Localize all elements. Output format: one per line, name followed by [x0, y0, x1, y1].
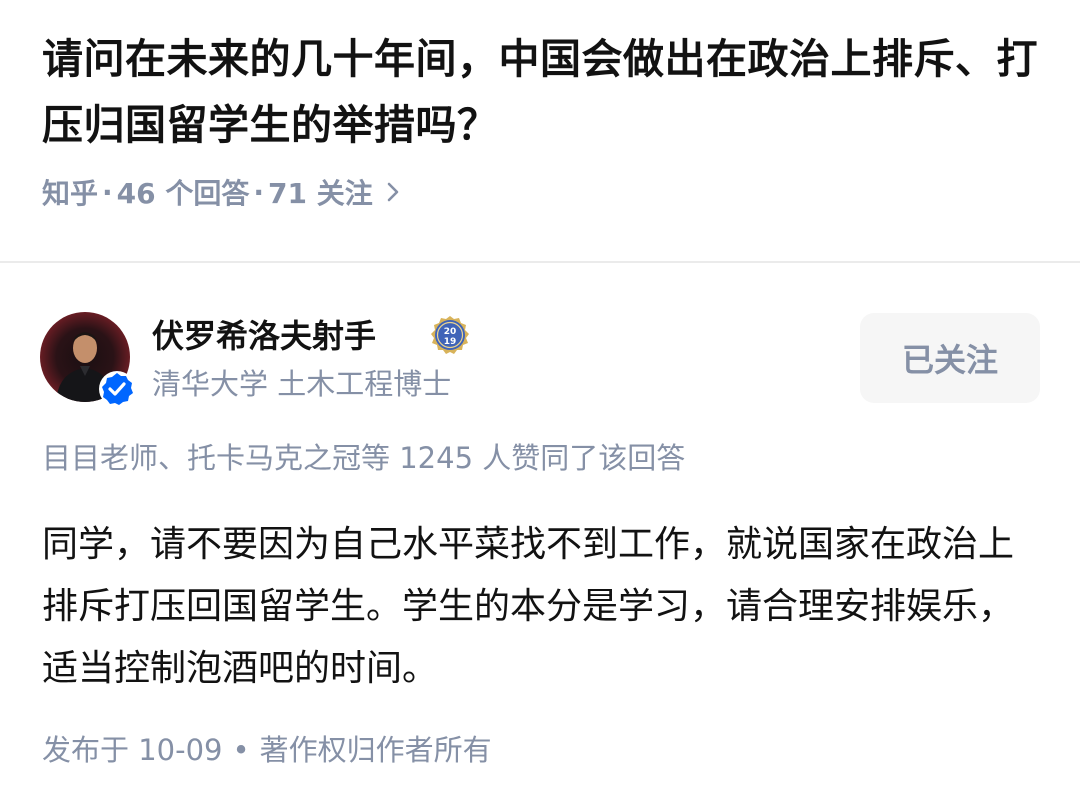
follower-count: 71 关注 [268, 177, 373, 210]
source-label: 知乎 [42, 177, 99, 210]
verified-check-icon [98, 370, 136, 408]
author-avatar[interactable] [40, 312, 135, 407]
following-button[interactable]: 已关注 [860, 313, 1040, 403]
section-divider [0, 261, 1080, 263]
author-headline: 清华大学 土木工程博士 [152, 367, 452, 401]
answer-meta: 发布于 10-09 • 著作权归作者所有 [42, 728, 492, 772]
author-name[interactable]: 伏罗希洛夫射手 [152, 314, 376, 358]
copyright-notice: 著作权归作者所有 [259, 733, 492, 767]
author-card: 伏罗希洛夫射手 20 19 清华大学 土木工程博士 已关注 [40, 312, 1040, 408]
answer-count: 46 个回答 [116, 177, 250, 210]
meta-separator: • [232, 733, 250, 767]
answer-page: 请问在未来的几十年间，中国会做出在政治上排斥、打压归国留学生的举措吗？ 知乎 ·… [0, 0, 1080, 811]
answer-body: 同学，请不要因为自己水平菜找不到工作，就说国家在政治上排斥打压回国留学生。学生的… [42, 524, 1015, 689]
voters-summary[interactable]: 目目老师、托卡马克之冠等 1245 人赞同了该回答 [42, 436, 685, 480]
question-meta[interactable]: 知乎 · 46 个回答 · 71 关注 [42, 170, 399, 214]
meta-dot: · [102, 175, 113, 209]
publish-date: 发布于 10-09 [42, 733, 223, 767]
question-title[interactable]: 请问在未来的几十年间，中国会做出在政治上排斥、打压归国留学生的举措吗？ [42, 26, 1052, 158]
chevron-right-icon [387, 182, 399, 202]
svg-text:20: 20 [444, 327, 457, 337]
svg-text:19: 19 [444, 337, 457, 347]
anniversary-2019-badge-icon[interactable]: 20 19 [428, 314, 472, 358]
meta-dot: · [253, 175, 265, 209]
